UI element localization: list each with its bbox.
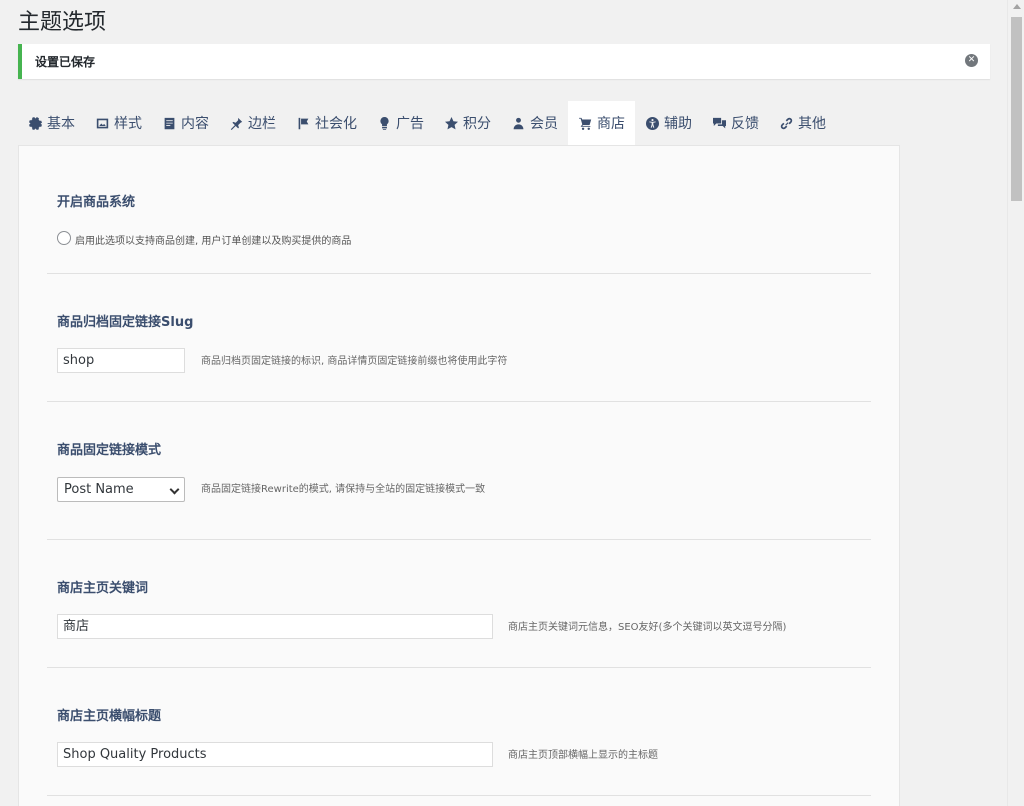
notice-text: 设置已保存 bbox=[35, 55, 96, 69]
vertical-scrollbar[interactable] bbox=[1007, 0, 1024, 806]
tab-other[interactable]: 其他 bbox=[769, 101, 836, 145]
accessibility-icon bbox=[645, 116, 659, 130]
section-home-keywords: 商店主页关键词 商店 商店主页关键词元信息，SEO友好(多个关键词以英文逗号分隔… bbox=[47, 540, 871, 668]
tab-ads[interactable]: 广告 bbox=[367, 101, 434, 145]
section-title: 商店主页横幅标题 bbox=[57, 709, 162, 724]
section-title: 商店主页关键词 bbox=[57, 581, 149, 596]
tab-sidebar[interactable]: 边栏 bbox=[219, 101, 286, 145]
archive-slug-input[interactable]: shop bbox=[57, 348, 185, 373]
lightbulb-icon bbox=[377, 116, 391, 130]
scrollbar-thumb[interactable] bbox=[1011, 17, 1022, 201]
tab-shop[interactable]: 商店 bbox=[568, 101, 635, 145]
shop-options-panel: 开启商品系统 启用此选项以支持商品创建, 用户订单创建以及购买提供的商品 商品归… bbox=[18, 145, 900, 806]
tab-label: 内容 bbox=[181, 116, 209, 132]
section-enable-shop: 开启商品系统 启用此选项以支持商品创建, 用户订单创建以及购买提供的商品 bbox=[47, 146, 871, 274]
tab-content[interactable]: 内容 bbox=[152, 101, 219, 145]
page-title: 主题选项 bbox=[18, 10, 107, 35]
section-permalink-mode: 商品固定链接模式 Post Name 商品固定链接Rewrite的模式, 请保持… bbox=[47, 402, 871, 540]
gear-icon bbox=[28, 116, 42, 130]
cart-icon bbox=[578, 116, 592, 130]
flag-icon bbox=[296, 116, 310, 130]
scroll-up-icon[interactable] bbox=[1013, 4, 1021, 9]
close-icon[interactable]: ✕ bbox=[965, 54, 978, 67]
permalink-mode-select[interactable]: Post Name bbox=[57, 477, 185, 502]
home-keywords-desc: 商店主页关键词元信息，SEO友好(多个关键词以英文逗号分隔) bbox=[508, 622, 787, 633]
tab-label: 反馈 bbox=[731, 116, 759, 132]
users-icon bbox=[511, 116, 525, 130]
tab-label: 边栏 bbox=[248, 116, 276, 132]
select-value: Post Name bbox=[64, 482, 134, 497]
banner-title-input[interactable]: Shop Quality Products bbox=[57, 742, 493, 767]
link-icon bbox=[779, 116, 793, 130]
tab-social[interactable]: 社会化 bbox=[286, 101, 367, 145]
options-tabs: 基本 样式 内容 边栏 社会化 广告 积分 会员 商店 辅助 反馈 其他 bbox=[18, 101, 836, 145]
section-title: 开启商品系统 bbox=[57, 195, 136, 210]
permalink-mode-desc: 商品固定链接Rewrite的模式, 请保持与全站的固定链接模式一致 bbox=[201, 484, 486, 495]
section-title: 商品固定链接模式 bbox=[57, 443, 162, 458]
pin-icon bbox=[229, 116, 243, 130]
tab-label: 会员 bbox=[530, 116, 558, 132]
settings-saved-notice: 设置已保存 ✕ bbox=[18, 44, 990, 79]
tab-points[interactable]: 积分 bbox=[434, 101, 501, 145]
tab-label: 积分 bbox=[463, 116, 491, 132]
tab-members[interactable]: 会员 bbox=[501, 101, 568, 145]
tab-accessibility[interactable]: 辅助 bbox=[635, 101, 702, 145]
banner-title-desc: 商店主页顶部横幅上显示的主标题 bbox=[508, 750, 658, 761]
section-banner-title: 商店主页横幅标题 Shop Quality Products 商店主页顶部横幅上… bbox=[47, 668, 871, 796]
tab-feedback[interactable]: 反馈 bbox=[702, 101, 769, 145]
tab-style[interactable]: 样式 bbox=[85, 101, 152, 145]
document-icon bbox=[162, 116, 176, 130]
tab-label: 社会化 bbox=[315, 116, 357, 132]
tab-label: 商店 bbox=[597, 116, 625, 132]
enable-shop-label: 启用此选项以支持商品创建, 用户订单创建以及购买提供的商品 bbox=[75, 236, 352, 247]
comments-icon bbox=[712, 116, 726, 130]
section-title: 商品归档固定链接Slug bbox=[57, 315, 194, 330]
section-archive-slug: 商品归档固定链接Slug shop 商品归档页固定链接的标识, 商品详情页固定链… bbox=[47, 274, 871, 402]
tab-label: 广告 bbox=[396, 116, 424, 132]
chevron-down-icon bbox=[169, 484, 180, 495]
home-keywords-input[interactable]: 商店 bbox=[57, 614, 493, 639]
tab-basic[interactable]: 基本 bbox=[18, 101, 85, 145]
enable-shop-radio[interactable] bbox=[57, 231, 71, 245]
tab-label: 其他 bbox=[798, 116, 826, 132]
tab-label: 辅助 bbox=[664, 116, 692, 132]
image-icon bbox=[95, 116, 109, 130]
tab-label: 样式 bbox=[114, 116, 142, 132]
archive-slug-desc: 商品归档页固定链接的标识, 商品详情页固定链接前缀也将使用此字符 bbox=[201, 356, 508, 367]
tab-label: 基本 bbox=[47, 116, 75, 132]
star-icon bbox=[444, 116, 458, 130]
